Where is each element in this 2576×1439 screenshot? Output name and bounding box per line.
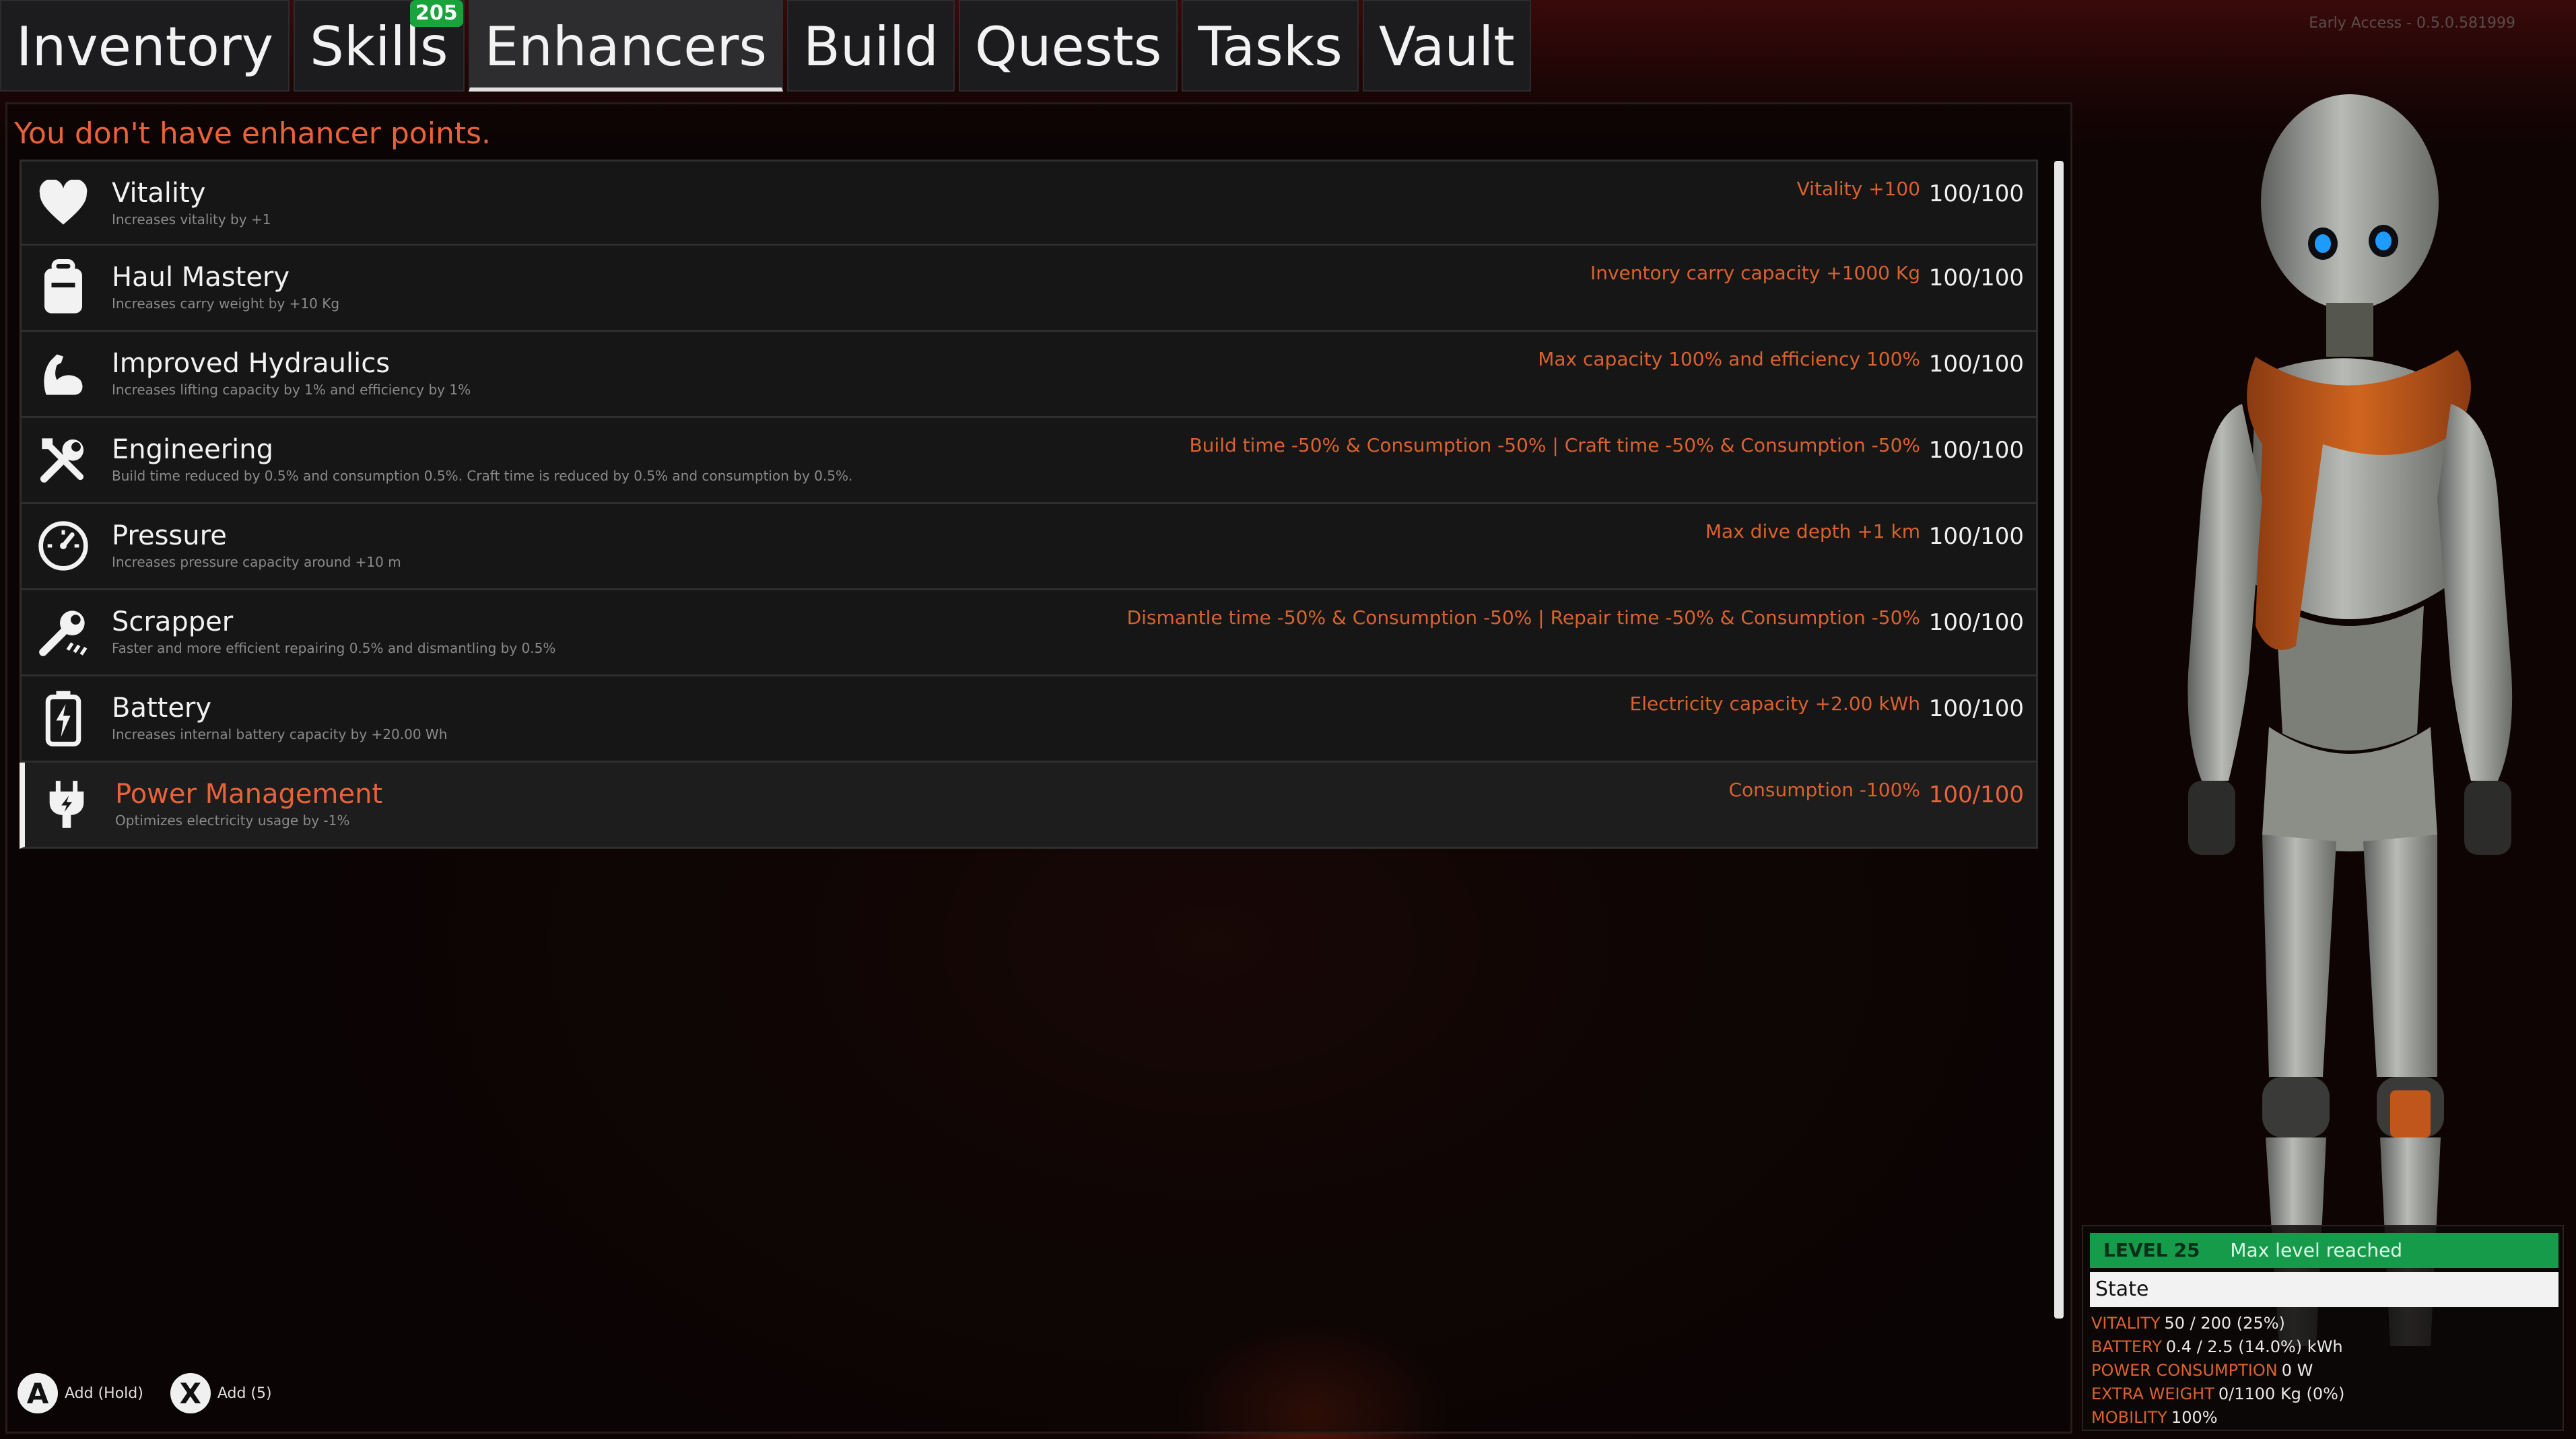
enhancer-name: Engineering xyxy=(112,434,273,465)
stat-power-consumption: POWER CONSUMPTION 0 W xyxy=(2091,1361,2313,1380)
enhancer-level: 100/100 xyxy=(1928,265,2024,291)
enhancer-row-pressure[interactable]: Pressure Increases pressure capacity aro… xyxy=(20,504,2038,590)
enhancer-description: Increases pressure capacity around +10 m xyxy=(112,554,401,570)
tab-label: Tasks xyxy=(1198,15,1343,78)
gauge-icon xyxy=(36,519,90,573)
enhancer-name: Scrapper xyxy=(112,606,234,637)
controller-hints: A Add (Hold) X Add (5) xyxy=(18,1373,272,1413)
enhancer-effect: Inventory carry capacity +1000 Kg xyxy=(1590,262,1920,284)
enhancer-level: 100/100 xyxy=(1928,180,2024,207)
version-label: Early Access - 0.5.0.581999 xyxy=(2309,15,2515,32)
tab-label: Inventory xyxy=(16,15,274,78)
enhancer-description: Increases internal battery capacity by +… xyxy=(112,726,448,742)
stat-key: POWER CONSUMPTION xyxy=(2091,1361,2278,1380)
enhancer-row-battery[interactable]: Battery Increases internal battery capac… xyxy=(20,676,2038,763)
stat-key: BATTERY xyxy=(2091,1337,2162,1356)
enhancers-panel: You don't have enhancer points. Vitality… xyxy=(5,102,2072,1434)
plug-icon xyxy=(40,777,94,831)
tab-vault[interactable]: Vault xyxy=(1362,0,1531,92)
skills-badge: 205 xyxy=(409,0,463,27)
state-header: State xyxy=(2090,1272,2558,1307)
enhancer-row-haul-mastery[interactable]: Haul Mastery Increases carry weight by +… xyxy=(20,246,2038,332)
level-label: LEVEL xyxy=(2103,1239,2168,1261)
enhancer-effect: Consumption -100% xyxy=(1728,779,1921,801)
flexed-arm-icon xyxy=(36,347,90,400)
stat-extra-weight: EXTRA WEIGHT 0/1100 Kg (0%) xyxy=(2091,1384,2344,1403)
tab-label: Enhancers xyxy=(484,15,768,78)
enhancer-level: 100/100 xyxy=(1928,781,2024,808)
hint-label: Add (Hold) xyxy=(65,1384,143,1402)
enhancer-name: Improved Hydraulics xyxy=(112,348,391,379)
tab-inventory[interactable]: Inventory xyxy=(0,0,290,92)
enhancer-effect: Dismantle time -50% & Consumption -50% |… xyxy=(1126,606,1920,629)
stat-mobility: MOBILITY 100% xyxy=(2091,1408,2218,1427)
enhancer-description: Optimizes electricity usage by -1% xyxy=(115,812,350,829)
enhancer-effect: Max capacity 100% and efficiency 100% xyxy=(1538,348,1920,370)
enhancer-description: Faster and more efficient repairing 0.5%… xyxy=(112,640,556,656)
enhancer-name: Power Management xyxy=(115,779,383,810)
tab-tasks[interactable]: Tasks xyxy=(1182,0,1359,92)
level-value: 25 xyxy=(2173,1239,2200,1261)
add-hold-hint[interactable]: A Add (Hold) xyxy=(18,1373,143,1413)
tab-skills[interactable]: Skills 205 xyxy=(294,0,465,92)
stat-battery: BATTERY 0.4 / 2.5 (14.0%) kWh xyxy=(2091,1337,2343,1356)
character-stats-panel: LEVEL 25 Max level reached State VITALIT… xyxy=(2082,1225,2564,1431)
tab-label: Vault xyxy=(1378,15,1515,78)
enhancer-level: 100/100 xyxy=(1928,351,2024,378)
robot-character-preview xyxy=(2121,67,2565,1387)
enhancer-row-power-management[interactable]: Power Management Optimizes electricity u… xyxy=(20,763,2038,849)
x-button-icon: X xyxy=(170,1373,211,1413)
tab-build[interactable]: Build xyxy=(787,0,955,92)
stat-value: 0 W xyxy=(2281,1361,2313,1380)
stat-key: EXTRA WEIGHT xyxy=(2091,1384,2214,1403)
enhancer-name: Haul Mastery xyxy=(112,262,290,293)
enhancer-name: Pressure xyxy=(112,520,227,551)
backpack-icon xyxy=(36,259,90,314)
enhancer-effect: Build time -50% & Consumption -50% | Cra… xyxy=(1189,434,1920,456)
stat-value: 50 / 200 (25%) xyxy=(2164,1314,2285,1333)
enhancer-description: Increases carry weight by +10 Kg xyxy=(112,295,340,312)
stat-key: MOBILITY xyxy=(2091,1408,2167,1427)
battery-icon xyxy=(36,691,90,746)
stat-vitality: VITALITY 50 / 200 (25%) xyxy=(2091,1314,2285,1333)
enhancer-description: Increases lifting capacity by 1% and eff… xyxy=(112,382,471,398)
heart-icon xyxy=(36,176,90,230)
tab-label: Quests xyxy=(974,15,1162,78)
no-points-warning: You don't have enhancer points. xyxy=(14,116,491,151)
enhancer-effect: Vitality +100 xyxy=(1796,178,1920,200)
hint-label: Add (5) xyxy=(217,1384,272,1402)
enhancer-description: Build time reduced by 0.5% and consumpti… xyxy=(112,468,853,484)
tools-icon xyxy=(36,433,90,487)
tab-enhancers[interactable]: Enhancers xyxy=(468,0,784,92)
wrench-icon xyxy=(36,605,90,659)
enhancer-list: Vitality Increases vitality by +1 Vitali… xyxy=(20,160,2038,849)
enhancer-effect: Electricity capacity +2.00 kWh xyxy=(1629,693,1920,715)
enhancer-row-vitality[interactable]: Vitality Increases vitality by +1 Vitali… xyxy=(20,160,2038,246)
add-five-hint[interactable]: X Add (5) xyxy=(170,1373,272,1413)
enhancer-level: 100/100 xyxy=(1928,609,2024,636)
list-scrollbar[interactable] xyxy=(2054,161,2064,1319)
stat-value: 0/1100 Kg (0%) xyxy=(2218,1384,2345,1403)
enhancer-level: 100/100 xyxy=(1928,695,2024,722)
tab-bar: Inventory Skills 205 Enhancers Build Ques… xyxy=(0,0,1531,92)
level-bar: LEVEL 25 Max level reached xyxy=(2090,1233,2558,1268)
enhancer-effect: Max dive depth +1 km xyxy=(1705,520,1920,542)
enhancer-name: Battery xyxy=(112,693,212,724)
enhancer-description: Increases vitality by +1 xyxy=(112,211,271,227)
stat-value: 100% xyxy=(2171,1408,2218,1427)
enhancer-row-engineering[interactable]: Engineering Build time reduced by 0.5% a… xyxy=(20,418,2038,504)
stat-value: 0.4 / 2.5 (14.0%) kWh xyxy=(2165,1337,2343,1356)
stat-key: VITALITY xyxy=(2091,1314,2161,1333)
enhancer-level: 100/100 xyxy=(1928,523,2024,550)
max-level-text: Max level reached xyxy=(2230,1239,2403,1261)
a-button-icon: A xyxy=(18,1373,58,1413)
tab-label: Build xyxy=(803,15,939,78)
enhancer-row-improved-hydraulics[interactable]: Improved Hydraulics Increases lifting ca… xyxy=(20,332,2038,418)
enhancer-level: 100/100 xyxy=(1928,437,2024,464)
enhancer-row-scrapper[interactable]: Scrapper Faster and more efficient repai… xyxy=(20,590,2038,676)
tab-quests[interactable]: Quests xyxy=(958,0,1178,92)
enhancer-name: Vitality xyxy=(112,178,206,209)
